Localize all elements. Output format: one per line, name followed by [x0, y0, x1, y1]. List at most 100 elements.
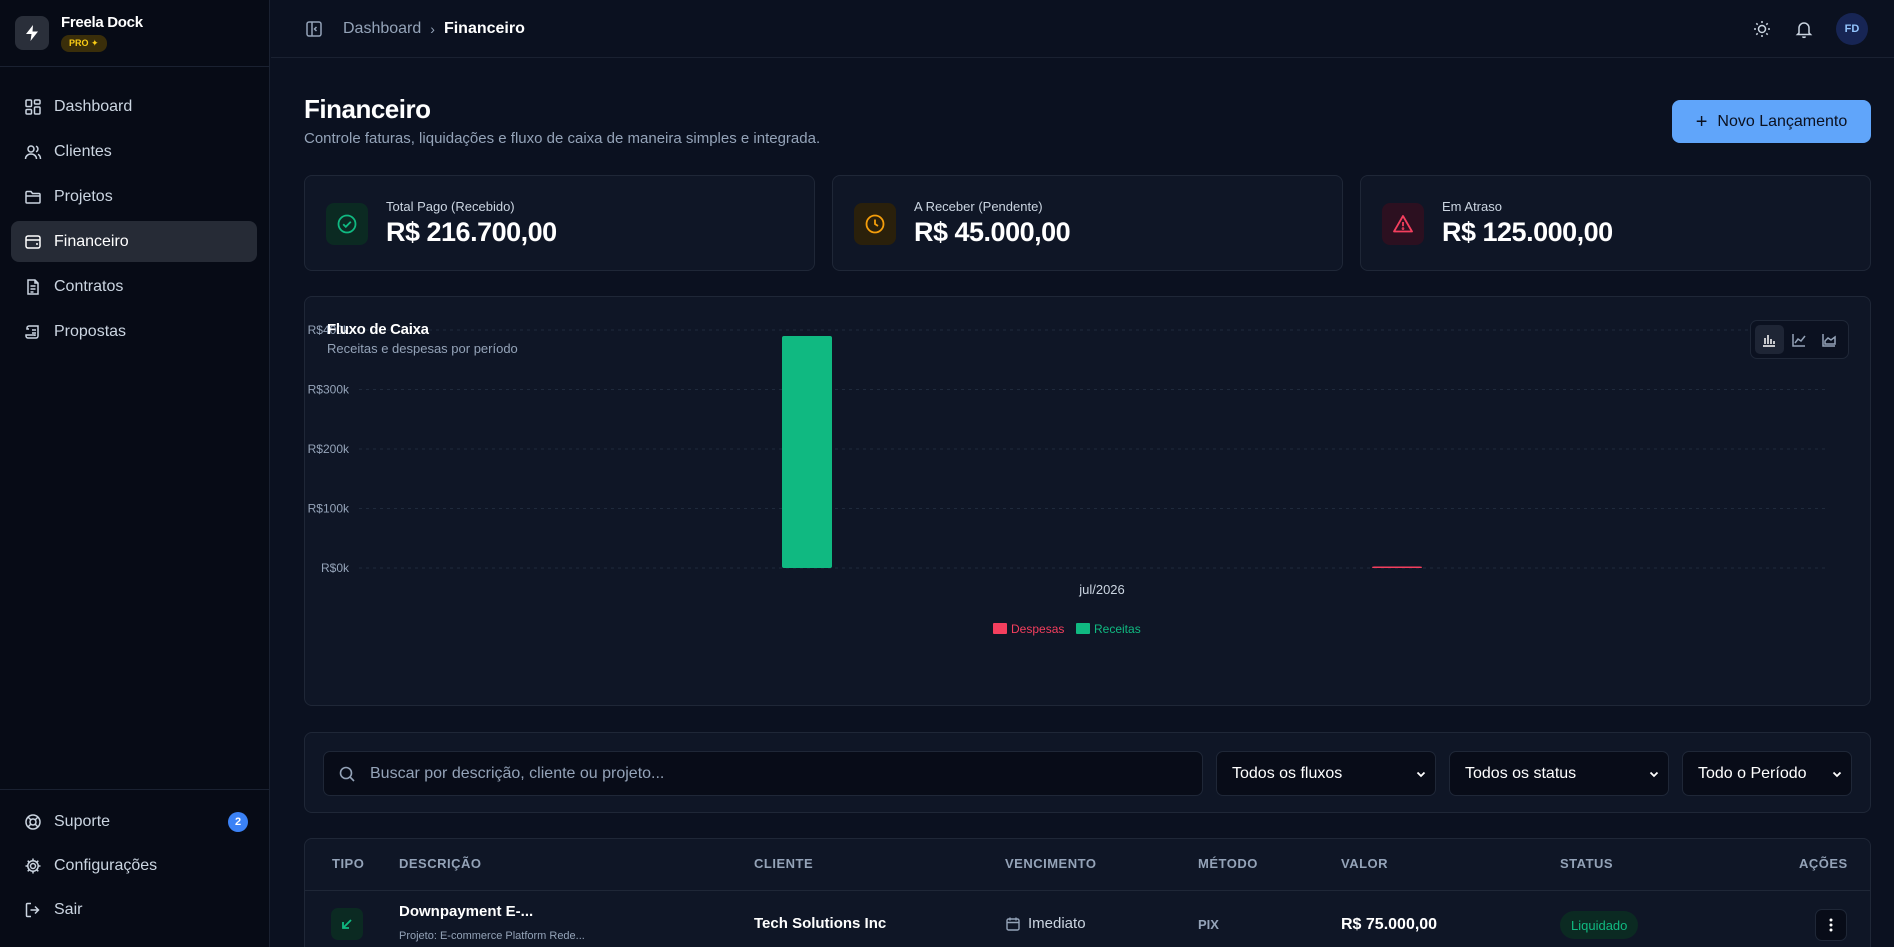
- column-header: MÉTODO: [1198, 856, 1258, 871]
- status-badge: Liquidado: [1560, 911, 1639, 939]
- filter-bar: Todos os fluxos Todos os status Todo o P…: [304, 732, 1871, 813]
- sidebar-item-label: Propostas: [54, 322, 127, 340]
- dashboard-icon: [25, 98, 41, 115]
- chart-view-toggle: [1750, 320, 1849, 359]
- sidebar: Freela Dock PRO ✦ Dashboard Clientes Pro…: [0, 0, 270, 947]
- chevron-right-icon: ›: [430, 20, 435, 37]
- transactions-table: TIPO DESCRIÇÃO CLIENTE VENCIMENTO MÉTODO…: [304, 838, 1871, 947]
- table-header: TIPO DESCRIÇÃO CLIENTE VENCIMENTO MÉTODO…: [305, 839, 1870, 891]
- stat-value: R$ 45.000,00: [914, 217, 1071, 247]
- y-tick-label: R$200k: [308, 442, 350, 456]
- sidebar-item-clientes[interactable]: Clientes: [11, 131, 257, 172]
- sidebar-item-label: Sair: [54, 900, 83, 918]
- sidebar-item-label: Configurações: [54, 856, 158, 874]
- page-subtitle: Controle faturas, liquidações e fluxo de…: [304, 130, 821, 147]
- new-entry-button[interactable]: + Novo Lançamento: [1672, 100, 1871, 143]
- check-circle-icon: [326, 203, 368, 245]
- sidebar-item-label: Contratos: [54, 277, 124, 295]
- column-header: CLIENTE: [754, 856, 814, 871]
- app-name: Freela Dock: [61, 14, 143, 31]
- line-chart-view-button[interactable]: [1785, 325, 1814, 354]
- flow-select[interactable]: Todos os fluxos: [1216, 751, 1436, 796]
- gear-icon: [25, 858, 41, 873]
- cashflow-chart-card: R$0k R$100k R$200k R$300k R$400k jul/2026 Desp…: [304, 296, 1871, 706]
- chart-title: Fluxo de Caixa: [327, 321, 429, 338]
- main-nav: Dashboard Clientes Projetos Financeiro C…: [11, 86, 257, 356]
- bar-receitas: [782, 335, 832, 568]
- column-header: DESCRIÇÃO: [399, 856, 482, 871]
- sidebar-item-dashboard[interactable]: Dashboard: [11, 86, 257, 127]
- row-method: PIX: [1198, 917, 1219, 932]
- sidebar-item-projetos[interactable]: Projetos: [11, 176, 257, 217]
- legend-label: Despesas: [1011, 622, 1064, 636]
- stat-card-pending: A Receber (Pendente) R$ 45.000,00: [832, 175, 1343, 271]
- period-select[interactable]: Todo o Período: [1682, 751, 1852, 796]
- bell-icon[interactable]: [1794, 19, 1814, 39]
- row-client: Tech Solutions Inc: [754, 915, 887, 932]
- area-chart-icon: [1821, 333, 1836, 347]
- sidebar-item-contratos[interactable]: Contratos: [11, 266, 257, 307]
- row-description: Downpayment E-...: [399, 903, 534, 920]
- column-header: STATUS: [1560, 856, 1614, 871]
- alert-triangle-icon: [1382, 203, 1424, 245]
- arrow-down-left-icon: [331, 908, 363, 940]
- document-icon: [27, 278, 39, 295]
- column-header: VALOR: [1341, 856, 1389, 871]
- plan-badge: PRO ✦: [61, 35, 107, 52]
- clock-icon: [854, 203, 896, 245]
- chart-subtitle: Receitas e despesas por período: [327, 341, 518, 356]
- top-actions: FD: [1752, 12, 1868, 45]
- bar-despesas: [1372, 566, 1422, 568]
- search-input[interactable]: [370, 764, 1190, 783]
- row-actions-button[interactable]: [1815, 909, 1847, 941]
- sidebar-item-propostas[interactable]: Propostas: [11, 311, 257, 352]
- column-header: TIPO: [332, 856, 365, 871]
- row-due-value: Imediato: [1028, 915, 1086, 932]
- stat-card-overdue: Em Atraso R$ 125.000,00: [1360, 175, 1871, 271]
- sun-icon[interactable]: [1752, 19, 1772, 39]
- sidebar-item-sair[interactable]: Sair: [11, 889, 259, 930]
- legend-label: Receitas: [1094, 622, 1141, 636]
- status-select[interactable]: Todos os status: [1449, 751, 1669, 796]
- sidebar-item-configuracoes[interactable]: Configurações: [11, 845, 259, 886]
- lightning-logo-icon: [15, 16, 49, 50]
- support-count-badge: 2: [228, 811, 248, 832]
- users-icon: [24, 144, 42, 159]
- legend-swatch: [1076, 623, 1090, 634]
- sidebar-item-suporte[interactable]: Suporte 2: [11, 801, 259, 842]
- stat-label: Total Pago (Recebido): [386, 199, 515, 214]
- chevron-down-icon: [1416, 771, 1426, 778]
- folder-icon: [25, 190, 41, 204]
- breadcrumb: Dashboard › Financeiro: [343, 20, 525, 38]
- search-box: [323, 751, 1203, 796]
- sidebar-item-label: Suporte: [54, 812, 111, 830]
- lifebuoy-icon: [25, 813, 41, 830]
- area-chart-view-button[interactable]: [1814, 325, 1843, 354]
- x-tick-label: jul/2026: [1078, 582, 1125, 597]
- sidebar-item-label: Financeiro: [54, 232, 129, 250]
- sidebar-item-financeiro[interactable]: Financeiro: [11, 221, 257, 262]
- status-select-value: Todos os status: [1465, 764, 1577, 782]
- plus-icon: +: [1695, 110, 1708, 133]
- column-header: AÇÕES: [1799, 856, 1848, 871]
- bar-chart-icon: [1763, 334, 1776, 347]
- row-project: Projeto: E-commerce Platform Rede...: [399, 930, 585, 942]
- avatar[interactable]: FD: [1836, 12, 1868, 45]
- stat-label: Em Atraso: [1442, 199, 1502, 214]
- sidebar-item-label: Dashboard: [54, 97, 133, 115]
- brand[interactable]: Freela Dock PRO ✦: [0, 0, 269, 67]
- stat-value: R$ 125.000,00: [1442, 217, 1613, 247]
- topbar: Dashboard › Financeiro FD: [271, 0, 1894, 58]
- page-title: Financeiro: [304, 94, 431, 124]
- breadcrumb-link-dashboard[interactable]: Dashboard: [343, 20, 421, 38]
- sidebar-toggle-icon[interactable]: [305, 20, 323, 38]
- bar-chart-view-button[interactable]: [1755, 325, 1784, 354]
- cashflow-chart: R$0kR$100kR$200kR$300kR$400kjul/2026Desp…: [308, 323, 1825, 636]
- row-amount: R$ 75.000,00: [1341, 916, 1438, 933]
- stat-label: A Receber (Pendente): [914, 199, 1043, 214]
- y-tick-label: R$100k: [308, 502, 350, 516]
- wallet-icon: [25, 234, 41, 249]
- search-icon: [339, 766, 355, 782]
- chevron-down-icon: [1649, 771, 1659, 778]
- table-row[interactable]: Downpayment E-... Projeto: E-commerce Pl…: [305, 892, 1870, 947]
